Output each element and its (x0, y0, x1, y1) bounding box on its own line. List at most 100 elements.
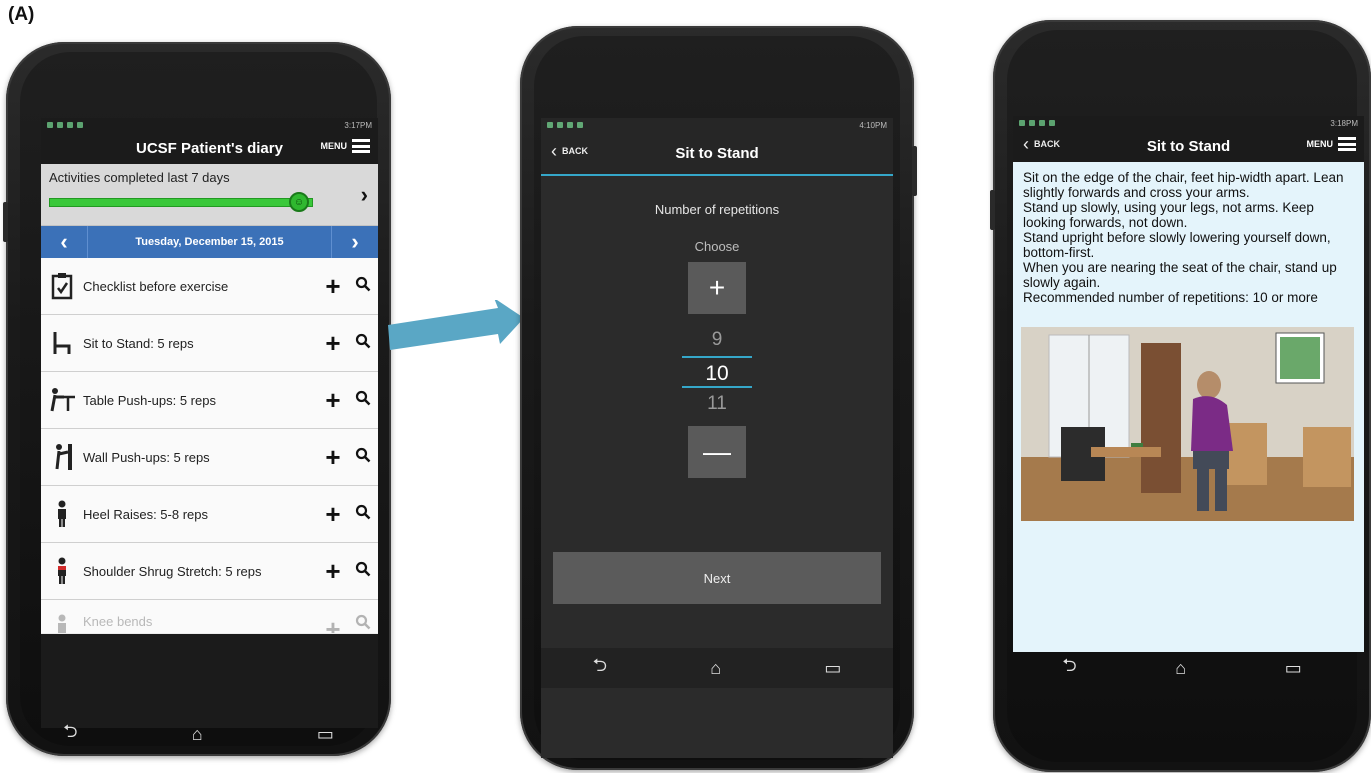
picker-selected-value[interactable]: 10 (682, 356, 752, 388)
number-picker[interactable]: 9 10 11 (541, 324, 893, 420)
back-button[interactable]: ‹ BACK (551, 141, 588, 161)
person-icon (41, 614, 83, 633)
decrement-button[interactable]: — (688, 426, 746, 478)
exercise-label: Heel Raises: 5-8 reps (83, 506, 208, 522)
exercise-label: Sit to Stand: 5 reps (83, 335, 194, 351)
recents-nav-icon[interactable]: ▭ (1285, 658, 1302, 679)
menu-button[interactable]: MENU (1306, 137, 1356, 151)
next-day-button[interactable]: › (332, 226, 378, 258)
exercise-label: Table Push-ups: 5 reps (83, 392, 216, 408)
menu-label: MENU (320, 141, 348, 151)
menu-button[interactable]: MENU (320, 139, 370, 153)
list-item[interactable]: Checklist before exercise + (41, 258, 378, 315)
add-icon[interactable]: + (318, 614, 348, 633)
instruction-line: Stand up slowly, using your legs, not ar… (1023, 200, 1314, 230)
page-title: UCSF Patient's diary (136, 139, 283, 157)
hamburger-icon (352, 139, 370, 153)
app-header: ‹ BACK Sit to Stand MENU (1013, 130, 1364, 162)
date-navigator: ‹ Tuesday, December 15, 2015 › (41, 226, 378, 258)
page-title: Sit to Stand (675, 144, 759, 162)
chair-icon (41, 330, 83, 356)
back-label: BACK (1034, 139, 1060, 149)
system-nav-bar: ⮌ ⌂ ▭ (6, 714, 391, 754)
home-nav-icon[interactable]: ⌂ (710, 658, 721, 679)
search-icon[interactable] (348, 390, 378, 411)
choose-label: Choose (694, 239, 740, 254)
recents-nav-icon[interactable]: ▭ (317, 724, 334, 745)
smiley-icon: ☺ (289, 192, 309, 212)
wall-pushup-icon (41, 443, 83, 471)
status-bar: 3:17PM (41, 118, 378, 132)
picker-prev-value[interactable]: 9 (541, 324, 893, 356)
add-icon[interactable]: + (318, 442, 348, 473)
progress-title: Activities completed last 7 days (49, 170, 230, 185)
status-time: 4:10PM (859, 120, 887, 130)
table-pushup-icon (41, 387, 83, 413)
add-icon[interactable]: + (318, 328, 348, 359)
exercise-label: Shoulder Shrug Stretch: 5 reps (83, 563, 262, 579)
app-header: UCSF Patient's diary MENU (41, 132, 378, 164)
add-icon[interactable]: + (318, 499, 348, 530)
exercise-label: Wall Push-ups: 5 reps (83, 449, 210, 465)
instruction-line: Recommended number of repetitions: 10 or… (1023, 290, 1318, 305)
search-icon[interactable] (348, 333, 378, 354)
back-nav-icon[interactable]: ⮌ (593, 653, 607, 683)
back-nav-icon[interactable]: ⮌ (1062, 653, 1076, 683)
system-nav-bar: ⮌ ⌂ ▭ (541, 648, 893, 688)
menu-label: MENU (1306, 139, 1334, 149)
person-red-icon (41, 557, 83, 585)
list-item[interactable]: Knee bends + (41, 600, 378, 634)
picker-next-value[interactable]: 11 (541, 388, 893, 420)
instruction-line: When you are nearing the seat of the cha… (1023, 260, 1337, 290)
recents-nav-icon[interactable]: ▭ (824, 658, 841, 679)
chevron-left-icon: ‹ (1023, 134, 1029, 154)
chevron-left-icon: ‹ (551, 141, 557, 161)
status-time: 3:17PM (344, 120, 372, 130)
instructions-text: Sit on the edge of the chair, feet hip-w… (1013, 162, 1364, 305)
repetitions-prompt: Number of repetitions (654, 202, 780, 217)
instruction-line: Stand upright before slowly lowering you… (1023, 230, 1331, 260)
instructions-screen: 3:18PM ‹ BACK Sit to Stand MENU Sit on t… (1013, 116, 1364, 652)
system-nav-bar: ⮌ ⌂ ▭ (1013, 648, 1351, 688)
status-time: 3:18PM (1330, 118, 1358, 128)
add-icon[interactable]: + (318, 385, 348, 416)
figure-label: (A) (8, 4, 35, 25)
list-item[interactable]: Table Push-ups: 5 reps + (41, 372, 378, 429)
chevron-right-icon[interactable]: › (361, 182, 368, 208)
list-item[interactable]: Heel Raises: 5-8 reps + (41, 486, 378, 543)
current-date: Tuesday, December 15, 2015 (87, 226, 332, 258)
hamburger-icon (1338, 137, 1356, 151)
search-icon[interactable] (348, 276, 378, 297)
phone-3: 3:18PM ‹ BACK Sit to Stand MENU Sit on t… (990, 20, 1371, 772)
activity-progress-panel[interactable]: Activities completed last 7 days ☺ › (41, 164, 378, 226)
search-icon[interactable] (348, 614, 378, 633)
clipboard-icon (41, 272, 83, 300)
phone-2: 4:10PM ‹ BACK Sit to Stand Number of rep… (520, 26, 917, 770)
person-icon (41, 500, 83, 528)
home-nav-icon[interactable]: ⌂ (1175, 658, 1186, 679)
search-icon[interactable] (348, 447, 378, 468)
exercise-label: Checklist before exercise (83, 278, 229, 294)
app-header: ‹ BACK Sit to Stand (541, 132, 893, 176)
exercise-list: Checklist before exercise + Sit to Stand: … (41, 258, 378, 634)
increment-button[interactable]: + (688, 262, 746, 314)
prev-day-button[interactable]: ‹ (41, 226, 87, 258)
progress-bar (49, 198, 313, 207)
add-icon[interactable]: + (318, 556, 348, 587)
page-title: Sit to Stand (1146, 137, 1231, 155)
back-nav-icon[interactable]: ⮌ (63, 719, 77, 749)
diary-screen: 3:17PM UCSF Patient's diary MENU Activit… (41, 118, 378, 728)
exercise-label: Knee bends (83, 614, 153, 629)
back-label: BACK (562, 146, 588, 156)
next-button[interactable]: Next (553, 552, 881, 604)
back-button[interactable]: ‹ BACK (1023, 134, 1060, 154)
add-icon[interactable]: + (318, 271, 348, 302)
list-item[interactable]: Wall Push-ups: 5 reps + (41, 429, 378, 486)
search-icon[interactable] (348, 504, 378, 525)
list-item[interactable]: Shoulder Shrug Stretch: 5 reps + (41, 543, 378, 600)
instruction-line: Sit on the edge of the chair, feet hip-w… (1023, 170, 1344, 200)
list-item[interactable]: Sit to Stand: 5 reps + (41, 315, 378, 372)
search-icon[interactable] (348, 561, 378, 582)
flow-arrow-icon (388, 300, 524, 350)
home-nav-icon[interactable]: ⌂ (192, 724, 203, 745)
